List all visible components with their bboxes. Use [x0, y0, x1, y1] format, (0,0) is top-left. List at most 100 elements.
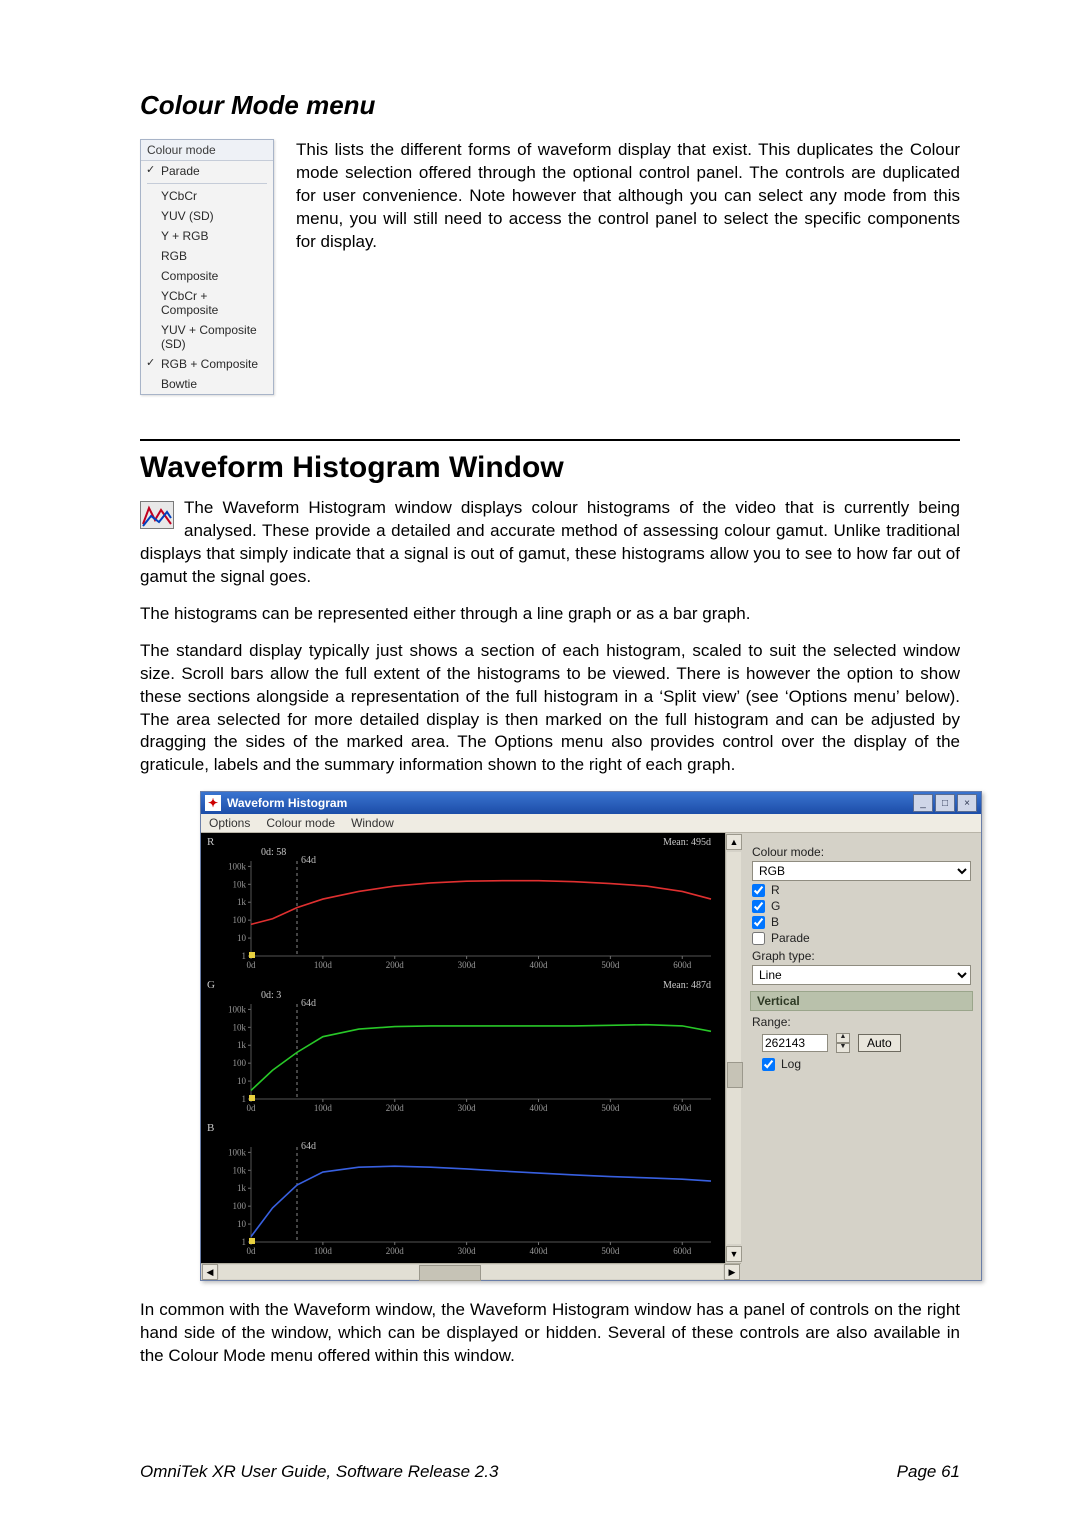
close-button[interactable]: × — [957, 794, 977, 812]
titlebar[interactable]: ✦ Waveform Histogram _ □ × — [201, 792, 981, 814]
menu-item[interactable]: Y + RGB — [141, 226, 273, 246]
svg-text:200d: 200d — [386, 960, 405, 970]
svg-text:10k: 10k — [233, 1023, 247, 1033]
svg-text:600d: 600d — [673, 1246, 692, 1256]
colour-mode-menu-screenshot: Colour mode ParadeYCbCrYUV (SD)Y + RGBRG… — [140, 139, 274, 395]
auto-button[interactable]: Auto — [858, 1034, 901, 1052]
svg-text:64d: 64d — [301, 998, 316, 1009]
svg-text:0d: 58: 0d: 58 — [261, 847, 286, 858]
svg-text:10k: 10k — [233, 1166, 247, 1176]
svg-text:100k: 100k — [228, 1148, 247, 1158]
vertical-scrollbar[interactable]: ▲ ▼ — [725, 833, 742, 1263]
svg-text:10: 10 — [237, 1076, 247, 1086]
svg-text:10: 10 — [237, 1219, 247, 1229]
hscroll-thumb[interactable] — [419, 1265, 481, 1281]
scroll-up-icon[interactable]: ▲ — [726, 834, 742, 850]
svg-text:64d: 64d — [301, 855, 316, 866]
svg-text:300d: 300d — [458, 960, 477, 970]
svg-text:1k: 1k — [237, 1041, 247, 1051]
side-panel: Colour mode: RGB R G B Parade Graph type… — [742, 833, 981, 1263]
svg-text:10k: 10k — [233, 880, 247, 890]
svg-text:500d: 500d — [601, 1246, 620, 1256]
svg-text:0d: 0d — [247, 1246, 257, 1256]
svg-text:1: 1 — [242, 951, 247, 961]
horizontal-scrollbar[interactable]: ◀ ▶ — [201, 1263, 741, 1280]
svg-text:0d: 0d — [247, 1103, 257, 1113]
paragraph-hist-3: The standard display typically just show… — [140, 640, 960, 778]
menu-item[interactable]: Bowtie — [141, 374, 273, 394]
check-b[interactable] — [752, 916, 765, 929]
svg-text:100k: 100k — [228, 1005, 247, 1015]
colour-mode-select[interactable]: RGB — [752, 861, 971, 881]
svg-text:400d: 400d — [530, 960, 549, 970]
heading-waveform-histogram: Waveform Histogram Window — [140, 451, 960, 485]
check-parade[interactable] — [752, 932, 765, 945]
svg-text:0d: 0d — [247, 960, 257, 970]
menu-item[interactable]: Composite — [141, 266, 273, 286]
svg-text:100k: 100k — [228, 862, 247, 872]
menu-window[interactable]: Window — [351, 816, 394, 830]
svg-text:100d: 100d — [314, 1103, 333, 1113]
graph-type-select[interactable]: Line — [752, 965, 971, 985]
svg-text:600d: 600d — [673, 1103, 692, 1113]
menu-options[interactable]: Options — [209, 816, 250, 830]
svg-text:400d: 400d — [530, 1246, 549, 1256]
svg-text:G: G — [207, 979, 215, 991]
paragraph-hist-2: The histograms can be represented either… — [140, 603, 960, 626]
svg-text:300d: 300d — [458, 1246, 477, 1256]
scroll-down-icon[interactable]: ▼ — [726, 1246, 742, 1262]
check-log[interactable] — [762, 1058, 775, 1071]
check-r[interactable] — [752, 884, 765, 897]
menu-item[interactable]: RGB + Composite — [141, 354, 273, 374]
scroll-right-icon[interactable]: ▶ — [724, 1264, 740, 1280]
menu-item[interactable]: YCbCr — [141, 186, 273, 206]
window-title: Waveform Histogram — [227, 796, 913, 810]
heading-colour-mode-menu: Colour Mode menu — [140, 90, 960, 121]
footer-right: Page 61 — [897, 1462, 960, 1482]
colour-mode-label: Colour mode: — [752, 845, 971, 859]
range-spinner[interactable]: ▲▼ — [836, 1033, 850, 1053]
svg-text:Mean: 487d: Mean: 487d — [663, 980, 711, 991]
svg-text:100: 100 — [233, 1058, 247, 1068]
scroll-left-icon[interactable]: ◀ — [202, 1264, 218, 1280]
check-g-label: G — [771, 899, 780, 913]
svg-text:300d: 300d — [458, 1103, 477, 1113]
svg-text:200d: 200d — [386, 1103, 405, 1113]
minimize-button[interactable]: _ — [913, 794, 933, 812]
range-label: Range: — [752, 1015, 791, 1029]
menu-item[interactable]: YUV (SD) — [141, 206, 273, 226]
range-value-input[interactable] — [762, 1034, 828, 1052]
svg-text:B: B — [207, 1122, 214, 1134]
check-g[interactable] — [752, 900, 765, 913]
svg-text:1: 1 — [242, 1094, 247, 1104]
svg-text:64d: 64d — [301, 1141, 316, 1152]
svg-text:100: 100 — [233, 1201, 247, 1211]
menu-colour-mode[interactable]: Colour mode — [266, 816, 335, 830]
maximize-button[interactable]: □ — [935, 794, 955, 812]
svg-text:1k: 1k — [237, 898, 247, 908]
svg-text:500d: 500d — [601, 1103, 620, 1113]
svg-text:1: 1 — [242, 1237, 247, 1247]
scroll-thumb[interactable] — [727, 1062, 743, 1088]
footer-left: OmniTek XR User Guide, Software Release … — [140, 1462, 498, 1482]
paragraph-hist-1: The Waveform Histogram window displays c… — [140, 497, 960, 589]
paragraph-colour-mode: This lists the different forms of wavefo… — [296, 139, 960, 254]
check-b-label: B — [771, 915, 779, 929]
menu-item[interactable]: Parade — [141, 161, 273, 181]
svg-text:500d: 500d — [601, 960, 620, 970]
menu-header: Colour mode — [141, 140, 273, 161]
svg-text:100: 100 — [233, 915, 247, 925]
histogram-icon — [140, 501, 174, 529]
paragraph-hist-4: In common with the Waveform window, the … — [140, 1299, 960, 1368]
svg-text:R: R — [207, 836, 215, 848]
section-divider — [140, 439, 960, 441]
svg-text:Mean: 495d: Mean: 495d — [663, 837, 711, 848]
svg-text:200d: 200d — [386, 1246, 405, 1256]
check-r-label: R — [771, 883, 780, 897]
svg-text:100d: 100d — [314, 1246, 333, 1256]
menu-item[interactable]: YUV + Composite (SD) — [141, 320, 273, 354]
menu-item[interactable]: YCbCr + Composite — [141, 286, 273, 320]
menubar: Options Colour mode Window — [201, 814, 981, 833]
vertical-section-header: Vertical — [750, 991, 973, 1011]
menu-item[interactable]: RGB — [141, 246, 273, 266]
